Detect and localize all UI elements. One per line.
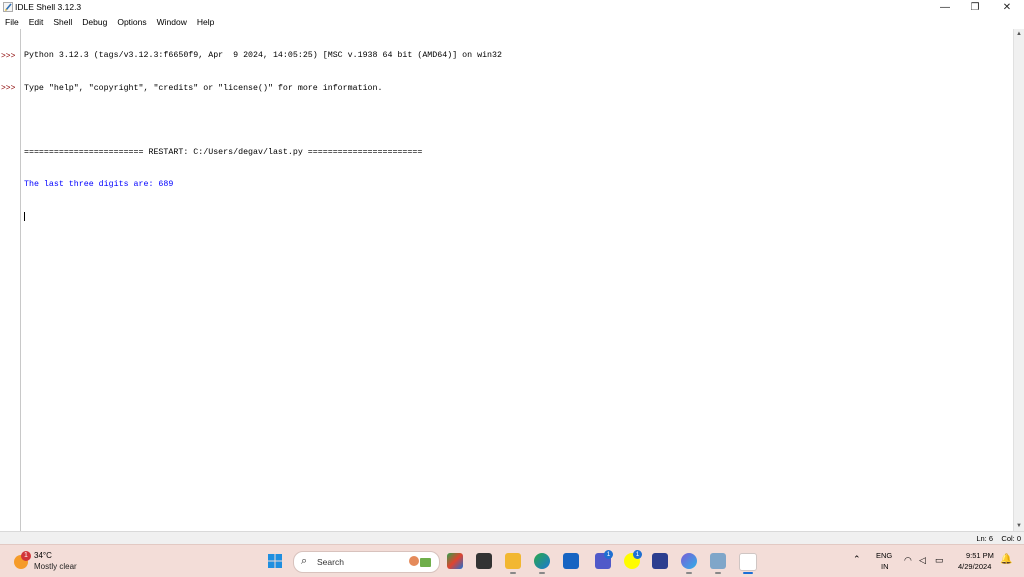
close-button[interactable]: ✕ <box>992 0 1022 15</box>
restore-button[interactable]: ❐ <box>960 0 990 15</box>
volume-icon[interactable]: ◁ <box>919 555 926 566</box>
menu-options[interactable]: Options <box>112 17 151 27</box>
input-line[interactable] <box>24 211 502 223</box>
shell-prompt: >>> <box>1 52 16 61</box>
minimize-icon: — <box>940 2 950 13</box>
search-highlight-icon <box>409 556 431 567</box>
help-line: Type "help", "copyright", "credits" or "… <box>24 83 383 93</box>
copilot-icon[interactable] <box>681 553 697 569</box>
weather-widget[interactable]: 1 34°C Mostly clear <box>12 549 102 573</box>
teams-badge: 1 <box>604 550 613 559</box>
menu-help[interactable]: Help <box>192 17 219 27</box>
idle-taskbar-icon[interactable] <box>739 553 757 571</box>
title-bar: IDLE Shell 3.12.3 — ❐ ✕ <box>0 0 1024 15</box>
language-indicator[interactable]: ENG <box>876 551 892 560</box>
prompt-gutter: >>> >>> <box>0 29 21 531</box>
clock-time[interactable]: 9:51 PM <box>966 551 994 560</box>
wifi-icon[interactable]: ◠ <box>904 555 912 566</box>
running-indicator <box>510 572 516 574</box>
scroll-up-icon[interactable]: ▲ <box>1016 31 1022 37</box>
window-title: IDLE Shell 3.12.3 <box>15 2 82 12</box>
photos-icon[interactable] <box>652 553 668 569</box>
menu-file[interactable]: File <box>0 17 24 27</box>
text-cursor <box>24 211 25 221</box>
microsoft-store-icon[interactable] <box>447 553 463 569</box>
line-number: Ln: 6 <box>976 534 993 543</box>
program-output-line: The last three digits are: 689 <box>24 179 174 189</box>
shell-editor[interactable]: >>> >>> Python 3.12.3 (tags/v3.12.3:f665… <box>0 29 1014 531</box>
shell-prompt: >>> <box>1 84 16 93</box>
running-indicator <box>539 572 545 574</box>
vertical-scrollbar[interactable]: ▲ ▼ <box>1013 29 1024 531</box>
close-icon: ✕ <box>1002 2 1012 13</box>
weather-temp: 34°C <box>34 551 52 560</box>
shell-output: Python 3.12.3 (tags/v3.12.3:f6650f9, Apr… <box>24 30 502 244</box>
active-indicator <box>743 572 753 574</box>
menu-bar: File Edit Shell Debug Options Window Hel… <box>0 15 1024 29</box>
menu-window[interactable]: Window <box>152 17 192 27</box>
banner-line: Python 3.12.3 (tags/v3.12.3:f6650f9, Apr… <box>24 51 502 61</box>
search-box[interactable]: ⌕ Search <box>293 551 440 573</box>
search-label: Search <box>317 557 344 567</box>
file-explorer-icon[interactable] <box>505 553 521 569</box>
show-hidden-icons-icon[interactable]: ⌃ <box>853 554 861 565</box>
task-view-icon[interactable] <box>476 553 492 569</box>
notepad-icon[interactable] <box>710 553 726 569</box>
region-indicator: IN <box>881 562 889 571</box>
column-number: Col: 0 <box>1001 534 1021 543</box>
running-indicator <box>715 572 721 574</box>
search-icon: ⌕ <box>301 555 308 567</box>
snapchat-badge: 1 <box>633 550 642 559</box>
running-indicator <box>686 572 692 574</box>
start-button[interactable] <box>267 553 283 569</box>
notification-bell-icon[interactable]: 🔔 <box>1000 554 1012 565</box>
scroll-down-icon[interactable]: ▼ <box>1016 523 1022 529</box>
status-bar: Ln: 6 Col: 0 <box>0 531 1024 545</box>
edge-browser-icon[interactable] <box>534 553 550 569</box>
restart-line: ======================== RESTART: C:/Use… <box>24 147 423 157</box>
weather-badge: 1 <box>21 551 31 561</box>
menu-edit[interactable]: Edit <box>24 17 49 27</box>
idle-app-icon <box>3 2 13 12</box>
menu-debug[interactable]: Debug <box>77 17 112 27</box>
menu-shell[interactable]: Shell <box>48 17 77 27</box>
clock-date[interactable]: 4/29/2024 <box>958 562 991 571</box>
weather-condition: Mostly clear <box>34 562 77 571</box>
taskbar: 1 34°C Mostly clear ⌕ Search 1 1 ⌃ ENG I… <box>0 544 1024 577</box>
store-app-icon[interactable] <box>563 553 579 569</box>
battery-icon[interactable]: ▭ <box>935 555 944 566</box>
minimize-button[interactable]: — <box>930 0 960 15</box>
restore-icon: ❐ <box>970 2 980 13</box>
